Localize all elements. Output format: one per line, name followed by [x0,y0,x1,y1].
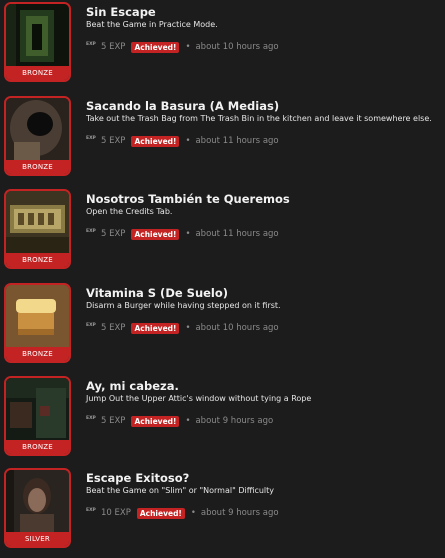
achievement-description: Open the Credits Tab. [86,207,173,216]
achieved-badge: Achieved! [136,507,185,519]
achievement-item[interactable]: BRONZE Nosotros También te Queremos Open… [0,189,445,279]
exp-value: 5 EXP [101,136,126,146]
achievement-description: Beat the Game in Practice Mode. [86,20,218,29]
achievement-badge[interactable]: SILVER [4,468,71,548]
achieved-badge: Achieved! [131,415,180,427]
character-thumbnail [6,470,69,536]
tier-label: BRONZE [6,66,69,80]
achievement-description: Disarm a Burger while having stepped on … [86,301,281,310]
separator-dot: • [185,229,191,239]
timestamp: about 10 hours ago [195,323,279,333]
exp-value: 5 EXP [101,42,126,52]
exp-icon: EXP [86,322,96,328]
separator-dot: • [185,42,191,52]
exp-value: 5 EXP [101,323,126,333]
achievement-meta: EXP 5 EXP Achieved! • about 11 hours ago [86,227,279,241]
tier-label: BRONZE [6,253,69,267]
separator-dot: • [185,136,191,146]
achieved-badge: Achieved! [131,228,180,240]
dark-corridor-thumbnail [6,4,69,70]
achievement-meta: EXP 5 EXP Achieved! • about 10 hours ago [86,40,279,54]
tier-label: BRONZE [6,347,69,361]
exp-value: 5 EXP [101,416,126,426]
tier-label: BRONZE [6,160,69,174]
exp-icon: EXP [86,415,96,421]
achievement-item[interactable]: SILVER Escape Exitoso? Beat the Game on … [0,468,445,558]
achievement-description: Take out the Trash Bag from The Trash Bi… [86,114,432,123]
attic-thumbnail [6,378,69,444]
achievement-description: Beat the Game on "Slim" or "Normal" Diff… [86,486,275,495]
tier-label: BRONZE [6,440,69,454]
separator-dot: • [190,508,196,518]
achievement-title: Escape Exitoso? [86,471,190,485]
achievement-meta: EXP 5 EXP Achieved! • about 11 hours ago [86,134,279,148]
achievement-meta: EXP 5 EXP Achieved! • about 9 hours ago [86,414,273,428]
separator-dot: • [185,416,191,426]
achievement-meta: EXP 10 EXP Achieved! • about 9 hours ago [86,506,279,520]
trash-bag-thumbnail [6,98,69,164]
exp-value: 10 EXP [101,508,131,518]
burger-thumbnail [6,285,69,351]
sign-thumbnail [6,191,69,257]
achievement-meta: EXP 5 EXP Achieved! • about 10 hours ago [86,321,279,335]
achievement-item[interactable]: BRONZE Sin Escape Beat the Game in Pract… [0,2,445,92]
exp-value: 5 EXP [101,229,126,239]
timestamp: about 11 hours ago [195,229,279,239]
achievement-list: BRONZE Sin Escape Beat the Game in Pract… [0,0,445,555]
achievement-badge[interactable]: BRONZE [4,189,71,269]
achievement-item[interactable]: BRONZE Vitamina S (De Suelo) Disarm a Bu… [0,283,445,373]
exp-icon: EXP [86,228,96,234]
achievement-item[interactable]: BRONZE Ay, mi cabeza. Jump Out the Upper… [0,376,445,466]
achievement-title: Vitamina S (De Suelo) [86,286,229,300]
timestamp: about 11 hours ago [195,136,279,146]
achievement-title: Ay, mi cabeza. [86,379,179,393]
exp-icon: EXP [86,135,96,141]
achieved-badge: Achieved! [131,322,180,334]
achieved-badge: Achieved! [131,41,180,53]
achievement-badge[interactable]: BRONZE [4,283,71,363]
achievement-badge[interactable]: BRONZE [4,2,71,82]
achievement-title: Sin Escape [86,5,156,19]
achievement-title: Nosotros También te Queremos [86,192,290,206]
tier-label: SILVER [6,532,69,546]
timestamp: about 10 hours ago [195,42,279,52]
achievement-title: Sacando la Basura (A Medias) [86,99,280,113]
achievement-description: Jump Out the Upper Attic's window withou… [86,394,312,403]
exp-icon: EXP [86,41,96,47]
timestamp: about 9 hours ago [195,416,274,426]
achievement-badge[interactable]: BRONZE [4,376,71,456]
exp-icon: EXP [86,507,96,513]
timestamp: about 9 hours ago [200,508,279,518]
achievement-item[interactable]: BRONZE Sacando la Basura (A Medias) Take… [0,96,445,186]
achieved-badge: Achieved! [131,135,180,147]
separator-dot: • [185,323,191,333]
achievement-badge[interactable]: BRONZE [4,96,71,176]
